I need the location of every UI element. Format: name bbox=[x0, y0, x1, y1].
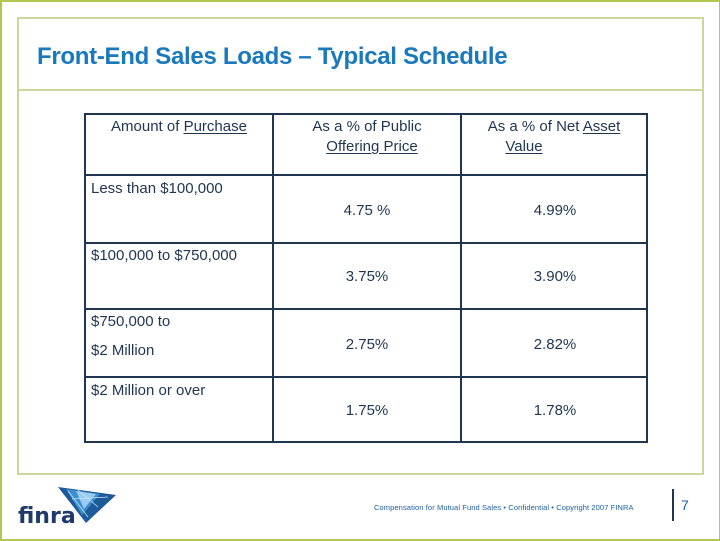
row-divider bbox=[84, 242, 648, 244]
table-border-bottom bbox=[84, 441, 648, 443]
net-asset-value-cell: 3.90% bbox=[533, 268, 577, 285]
amount-cell: Less than $100,000 bbox=[91, 180, 223, 197]
public-offering-price-cell: 3.75% bbox=[345, 268, 389, 285]
logo-wordmark: finra bbox=[18, 504, 76, 529]
amount-cell: $2 Million or over bbox=[91, 382, 206, 399]
header-underlined-text: Asset bbox=[582, 118, 621, 135]
header-underlined-text: Purchase bbox=[183, 118, 247, 135]
header-text: As a % of Public bbox=[312, 118, 422, 135]
finra-logo-icon: finra bbox=[18, 487, 116, 529]
header-percent-net-asset-value: As a % of Net Asset Value bbox=[462, 117, 646, 157]
title-box: Front-End Sales Loads – Typical Schedule bbox=[19, 19, 702, 91]
public-offering-price-cell: 4.75 % bbox=[343, 202, 391, 219]
header-underlined-text: Value bbox=[505, 138, 543, 155]
finra-logo: finra bbox=[16, 485, 120, 529]
amount-cell: $100,000 to $750,000 bbox=[91, 247, 237, 264]
table-border-top bbox=[84, 113, 648, 115]
header-divider bbox=[84, 174, 648, 176]
net-asset-value-cell: 4.99% bbox=[533, 202, 577, 219]
net-asset-value-cell: 2.82% bbox=[533, 336, 577, 353]
header-text: Amount of bbox=[111, 118, 184, 135]
footer-separator bbox=[672, 489, 674, 521]
header-amount-of-purchase: Amount of Purchase bbox=[86, 117, 272, 137]
public-offering-price-cell: 2.75% bbox=[345, 336, 389, 353]
net-asset-value-cell: 1.78% bbox=[533, 402, 577, 419]
row-divider bbox=[84, 308, 648, 310]
header-underlined-text: Offering Price bbox=[326, 138, 418, 155]
public-offering-price-cell: 1.75% bbox=[345, 402, 389, 419]
page-number: 7 bbox=[681, 497, 689, 513]
header-percent-public-offering-price: As a % of Public Offering Price bbox=[274, 117, 460, 157]
footer-caption: Compensation for Mutual Fund Sales • Con… bbox=[374, 503, 634, 512]
slide-title: Front-End Sales Loads – Typical Schedule bbox=[37, 43, 508, 70]
header-text: As a % of Net bbox=[487, 118, 583, 135]
amount-cell: $750,000 to bbox=[91, 313, 171, 330]
row-divider bbox=[84, 376, 648, 378]
table-border-left bbox=[84, 113, 86, 443]
sales-load-table: Amount of Purchase As a % of Public Offe… bbox=[84, 113, 648, 443]
amount-cell-line2: $2 Million bbox=[91, 342, 155, 359]
